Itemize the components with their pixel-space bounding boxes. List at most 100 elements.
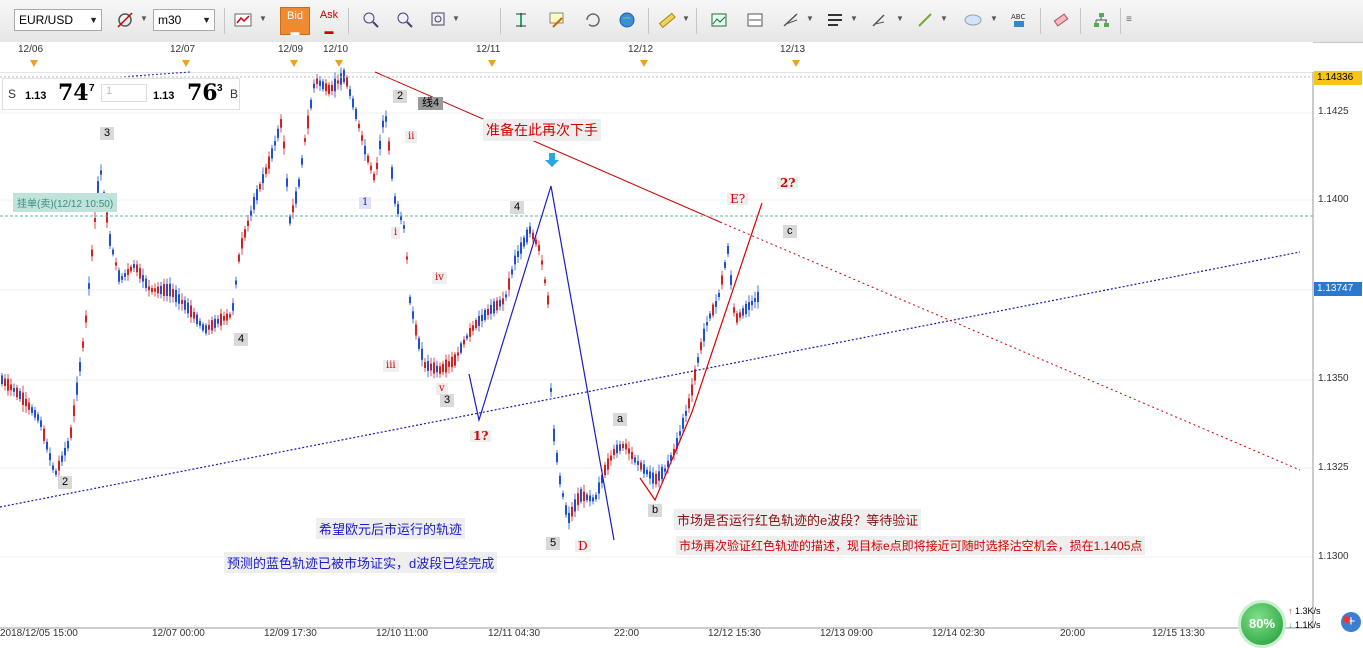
candle-body xyxy=(154,288,156,292)
candle-body xyxy=(655,473,657,485)
candle-body xyxy=(196,314,198,325)
candle-body xyxy=(403,225,405,229)
candle-body xyxy=(376,162,378,170)
candle-body xyxy=(394,196,396,204)
wave-label[interactable]: i xyxy=(391,227,401,239)
high-price-marker: 1.14336 xyxy=(1314,71,1362,85)
wave-label[interactable]: 1? xyxy=(470,430,492,442)
candle-body xyxy=(598,482,600,494)
annotation-red-verify[interactable]: 市场再次验证红色轨迹的描述，现目标e点即将接近可随时选择沽空机会，损在1.140… xyxy=(676,536,1146,555)
candle-body xyxy=(418,338,420,349)
candle-body xyxy=(487,308,489,316)
annotation-blue-confirmed[interactable]: 预测的蓝色轨迹已被市场证实，d波段已经完成 xyxy=(224,552,498,573)
red-trendline-extension[interactable] xyxy=(719,221,1301,471)
candle-body xyxy=(640,462,642,470)
wave-label[interactable]: 2? xyxy=(777,177,799,189)
candle-body xyxy=(535,239,537,245)
candle-body xyxy=(460,343,462,353)
candle-body xyxy=(289,216,291,224)
candle-body xyxy=(211,320,213,331)
candle-body xyxy=(82,341,84,348)
candle-body xyxy=(64,447,66,456)
wave-label[interactable]: a xyxy=(613,413,628,426)
pending-order-label[interactable]: 挂单(卖)(12/12 10:50) xyxy=(13,193,118,212)
wave-label[interactable]: 4 xyxy=(234,333,249,346)
wave-label[interactable]: 3 xyxy=(100,127,115,140)
candle-body xyxy=(703,328,705,342)
candle-body xyxy=(427,361,429,371)
candle-body xyxy=(547,295,549,305)
wave-label[interactable]: iv xyxy=(432,272,447,284)
annotation-red-e-question[interactable]: 市场是否运行红色轨迹的e波段？等待验证 xyxy=(674,509,922,530)
candle-body xyxy=(280,119,282,128)
current-price-marker: 1.13747 xyxy=(1314,282,1362,296)
annotation-hope-path[interactable]: 希望欧元后市运行的轨迹 xyxy=(316,518,466,539)
candle-body xyxy=(220,313,222,326)
buy-price[interactable]: 76 xyxy=(187,80,218,106)
candle-body xyxy=(16,387,18,398)
network-speed: ↑ 1.3K/s ↓ 1.1K/s xyxy=(1288,606,1340,644)
candle-body xyxy=(133,264,135,268)
wave-label[interactable]: 4 xyxy=(510,201,525,214)
candle-body xyxy=(379,140,381,150)
candle-body xyxy=(550,388,552,392)
candle-body xyxy=(193,311,195,319)
wave-label[interactable]: D xyxy=(575,540,591,552)
candle-body xyxy=(745,303,747,315)
candle-body xyxy=(679,431,681,436)
candle-body xyxy=(277,128,279,138)
sell-prefix: 1.13 xyxy=(25,90,47,102)
wave-label[interactable]: 1 xyxy=(359,197,372,209)
candle-body xyxy=(637,461,639,465)
sell-price[interactable]: 74 xyxy=(58,80,89,106)
candle-body xyxy=(718,293,720,297)
blue-dotted-segment[interactable] xyxy=(119,71,191,78)
candle-body xyxy=(172,289,174,297)
candle-body xyxy=(706,322,708,326)
candle-body xyxy=(409,296,411,304)
wave-label[interactable]: c xyxy=(783,225,797,238)
candle-body xyxy=(466,335,468,339)
wave-label[interactable]: iii xyxy=(383,360,399,372)
annotation-retry-here[interactable]: 准备在此再次下手 xyxy=(483,119,601,141)
candle-body xyxy=(733,307,735,313)
wave-label-line4[interactable]: 线4 xyxy=(418,97,444,110)
wave-label[interactable]: 5 xyxy=(546,537,561,550)
wave-label[interactable]: E? xyxy=(727,193,749,205)
candle-body xyxy=(430,363,432,371)
candlesticks xyxy=(1,67,759,530)
wave-label[interactable]: 2 xyxy=(393,90,408,103)
candle-body xyxy=(121,276,123,280)
candle-body xyxy=(316,78,318,85)
price-tick: 1.1350 xyxy=(1318,373,1349,384)
candle-body xyxy=(85,315,87,323)
candle-body xyxy=(391,167,393,179)
candle-body xyxy=(250,210,252,216)
blue-projected-path[interactable] xyxy=(468,185,615,541)
candle-body xyxy=(631,451,633,460)
candle-body xyxy=(184,300,186,310)
candle-body xyxy=(223,316,225,321)
wave-label[interactable]: b xyxy=(648,504,663,517)
wave-label[interactable]: 3 xyxy=(440,394,455,407)
candle-body xyxy=(523,237,525,247)
candle-body xyxy=(646,469,648,475)
cpu-gauge[interactable]: 80% xyxy=(1238,600,1286,648)
candle-body xyxy=(559,475,561,485)
candle-body xyxy=(700,342,702,351)
candle-body xyxy=(730,275,732,285)
candle-body xyxy=(625,443,627,450)
wave-label[interactable]: ii xyxy=(405,131,418,143)
candle-body xyxy=(190,305,192,318)
candle-body xyxy=(292,205,294,213)
candle-body xyxy=(544,279,546,284)
arrow-down-icon xyxy=(545,153,559,167)
lot-input[interactable]: 1 xyxy=(101,84,147,102)
candle-body xyxy=(136,264,138,273)
candle-body xyxy=(142,275,144,282)
candle-body xyxy=(37,414,39,421)
price-tick: 1.1300 xyxy=(1318,551,1349,562)
candle-body xyxy=(574,499,576,512)
wave-label[interactable]: 2 xyxy=(58,476,73,489)
candle-body xyxy=(208,324,210,330)
